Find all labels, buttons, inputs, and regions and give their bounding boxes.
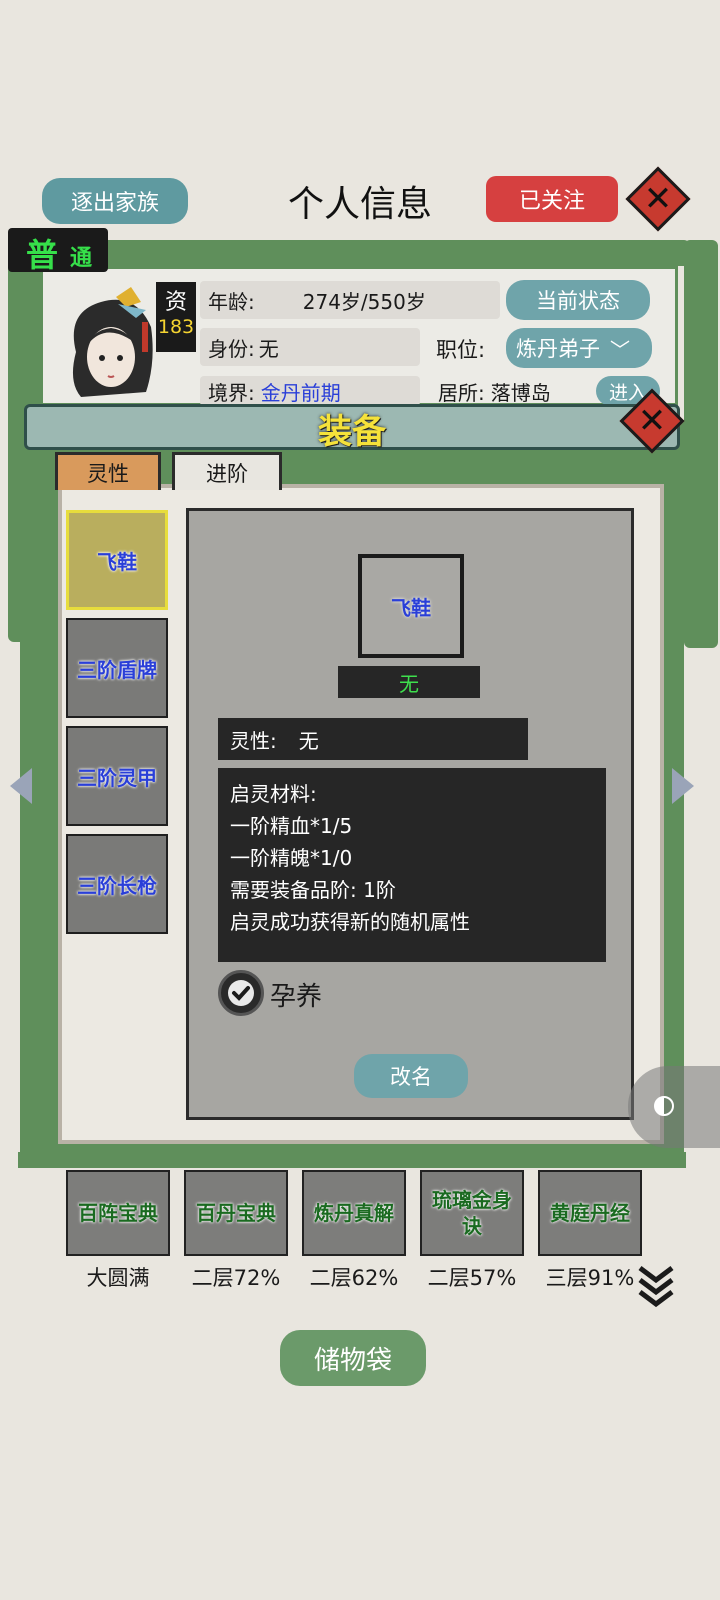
chevron-down-icon: ﹀ [610,337,630,362]
book-level: 三层91% [545,1266,635,1290]
materials-box: 启灵材料: 一阶精血*1/5 一阶精魄*1/0 需要装备品阶: 1阶 启灵成功获… [218,768,606,962]
floating-assist-button[interactable] [628,1066,720,1148]
book-name: 百阵宝典 [78,1201,158,1225]
half-moon-icon [654,1096,674,1116]
aptitude-label: 资 [164,290,187,315]
technique-book[interactable]: 炼丹真解 [302,1170,406,1256]
materials-title: 启灵材料: [230,782,317,806]
storage-bag-label: 储物袋 [313,1345,392,1376]
position-select-value: 炼丹弟子 [516,337,600,361]
next-arrow-icon[interactable] [672,768,694,804]
material-line: 启灵成功获得新的随机属性 [230,910,470,934]
spirit-value: 无 [298,728,319,753]
close-icon: ✕ [643,179,673,219]
equipment-bottom-bar [18,1152,686,1168]
rarity-badge-sub: 通 [70,246,93,271]
rename-button[interactable]: 改名 [354,1054,468,1098]
item-icon-frame: 飞鞋 [358,554,464,658]
slot-label: 三阶长枪 [77,873,157,898]
slot-label: 三阶灵甲 [77,765,157,790]
material-line: 一阶精血*1/5 [230,814,353,838]
rarity-badge: 普 通 [8,228,108,274]
age-row: 年龄: 274岁/550岁 [200,281,500,319]
checkmark-icon [228,980,254,1006]
technique-book[interactable]: 百丹宝典 [184,1170,288,1256]
tab-advance-label: 进阶 [206,461,248,486]
followed-button[interactable]: 已关注 [486,176,618,222]
profile-scroll-top-bar [10,240,690,266]
aptitude-box: 资 183 [156,282,196,352]
slot-spear[interactable]: 三阶长枪 [66,834,168,934]
rarity-badge-main: 普 [26,236,59,274]
tab-spirituality[interactable]: 灵性 [55,452,161,490]
spirit-row: 灵性: 无 [218,718,528,760]
current-status-label: 当前状态 [536,289,620,313]
identity-value: 无 [258,336,279,361]
item-grade-bar: 无 [338,666,480,698]
technique-book[interactable]: 百阵宝典 [66,1170,170,1256]
technique-book[interactable]: 琉璃金身诀 [420,1170,524,1256]
book-name: 百丹宝典 [196,1201,276,1225]
slot-label: 飞鞋 [97,549,137,574]
profile-scroll-right-rod [684,240,718,648]
slot-flying-shoes[interactable]: 飞鞋 [66,510,168,610]
material-line: 一阶精魄*1/0 [230,846,353,870]
book-level: 二层62% [309,1266,399,1290]
aptitude-value: 183 [157,316,195,338]
tab-advance[interactable]: 进阶 [172,452,282,490]
item-grade-value: 无 [399,671,419,696]
book-level: 二层72% [191,1266,281,1290]
nurture-label: 孕养 [270,982,323,1012]
slot-armor[interactable]: 三阶灵甲 [66,726,168,826]
close-icon: ✕ [637,401,667,441]
position-select[interactable]: 炼丹弟子 ﹀ [506,328,652,368]
book-name: 黄庭丹经 [550,1201,630,1225]
slot-shield[interactable]: 三阶盾牌 [66,618,168,718]
item-name: 飞鞋 [391,595,431,620]
prev-arrow-icon[interactable] [10,768,32,804]
age-value: 274岁/550岁 [302,289,426,314]
rename-button-label: 改名 [390,1065,432,1089]
identity-row: 身份: 无 [200,328,420,366]
tab-spirituality-label: 灵性 [87,461,129,486]
spirit-label: 灵性: [230,728,277,753]
material-line: 需要装备品阶: 1阶 [230,878,396,902]
technique-book[interactable]: 黄庭丹经 [538,1170,642,1256]
followed-button-label: 已关注 [518,189,585,214]
nurture-checkbox[interactable] [218,970,264,1016]
avatar[interactable] [56,282,166,402]
book-name: 炼丹真解 [314,1201,394,1225]
position-label: 职位: [436,338,486,362]
expand-more-icon[interactable] [636,1262,676,1312]
storage-bag-button[interactable]: 储物袋 [280,1330,426,1386]
expel-from-family-button[interactable]: 逐出家族 [42,178,188,224]
page-title: 个人信息 [287,184,432,225]
close-profile-button[interactable]: ✕ [625,166,691,232]
equipment-title: 装备 [318,412,386,452]
slot-label: 三阶盾牌 [77,657,157,682]
expel-button-label: 逐出家族 [70,191,159,216]
book-level: 二层57% [427,1266,517,1290]
age-label: 年龄: [208,289,255,314]
book-name: 琉璃金身诀 [432,1188,512,1238]
book-level: 大圆满 [86,1266,150,1290]
avatar-portrait-icon [72,287,153,397]
identity-label: 身份: [208,336,255,361]
current-status-button[interactable]: 当前状态 [506,280,650,320]
